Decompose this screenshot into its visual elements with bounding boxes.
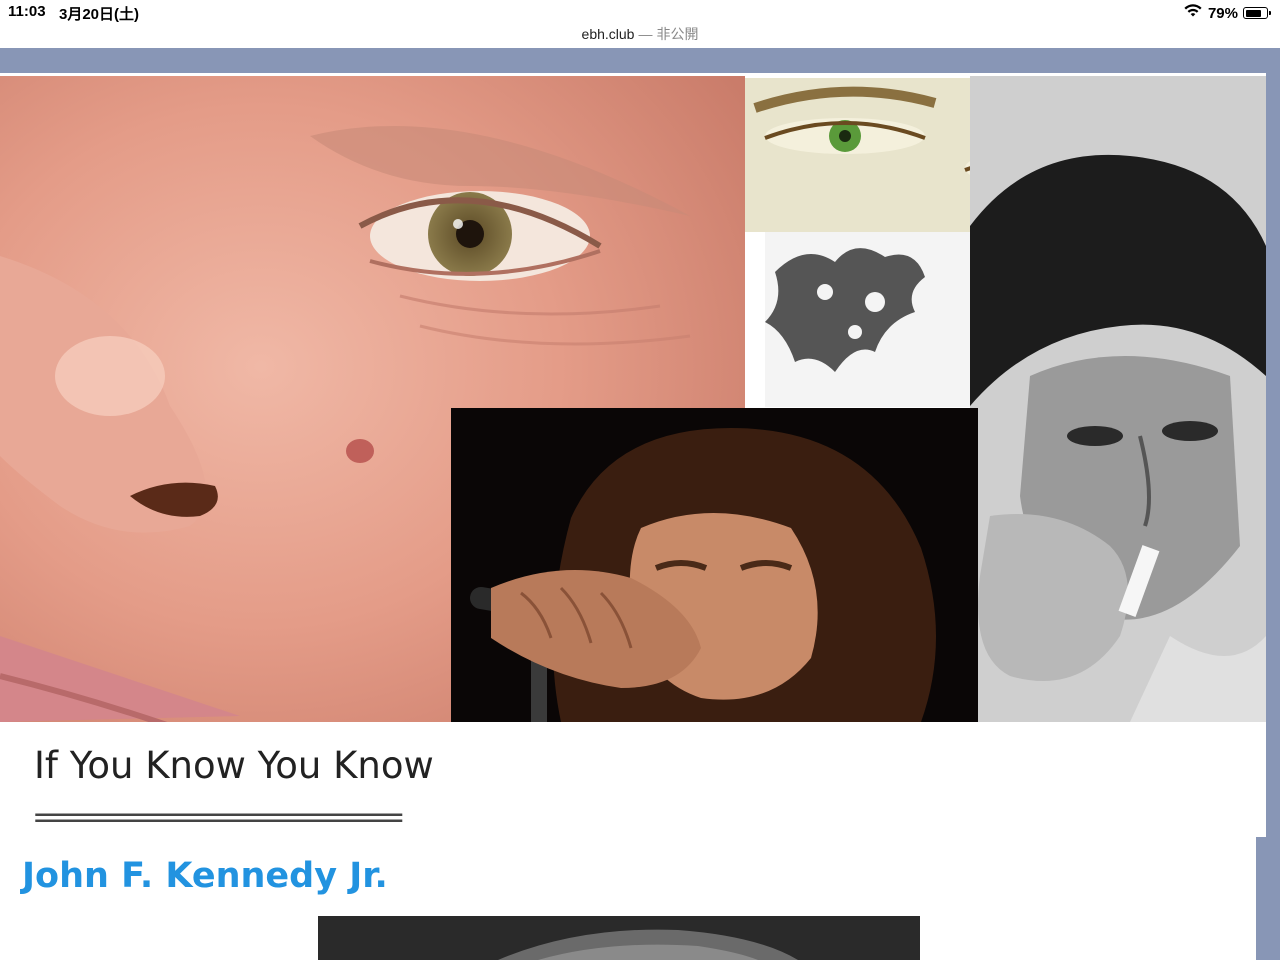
status-date: 3月20日(土) xyxy=(59,6,140,23)
status-time: 11:03 xyxy=(8,3,46,20)
url-privacy-status: 非公開 xyxy=(656,26,699,42)
portrait-photo-partial xyxy=(318,916,920,960)
url-host: ebh.club xyxy=(581,26,635,42)
leaf-silhouette-photo xyxy=(765,232,970,407)
battery-icon xyxy=(1243,7,1271,19)
battery-fill xyxy=(1245,9,1261,17)
wifi-icon xyxy=(1183,3,1203,23)
status-indicators: 79% xyxy=(1183,3,1271,23)
url-bar[interactable]: ebh.club — 非公開 xyxy=(0,24,1280,44)
photo-collage xyxy=(0,76,1266,722)
status-bar: 11:03 3月20日(土) 79% ebh.club — 非公開 xyxy=(0,0,1280,48)
page-heading: If You Know You Know xyxy=(34,744,434,787)
url-separator: — xyxy=(638,26,653,42)
bw-portrait-smoking-photo xyxy=(970,76,1266,722)
battery-percent: 79% xyxy=(1207,4,1238,22)
subject-link[interactable]: John F. Kennedy Jr. xyxy=(22,856,388,896)
heading-divider: ========================== xyxy=(34,800,404,835)
singer-microphone-photo xyxy=(451,408,978,722)
